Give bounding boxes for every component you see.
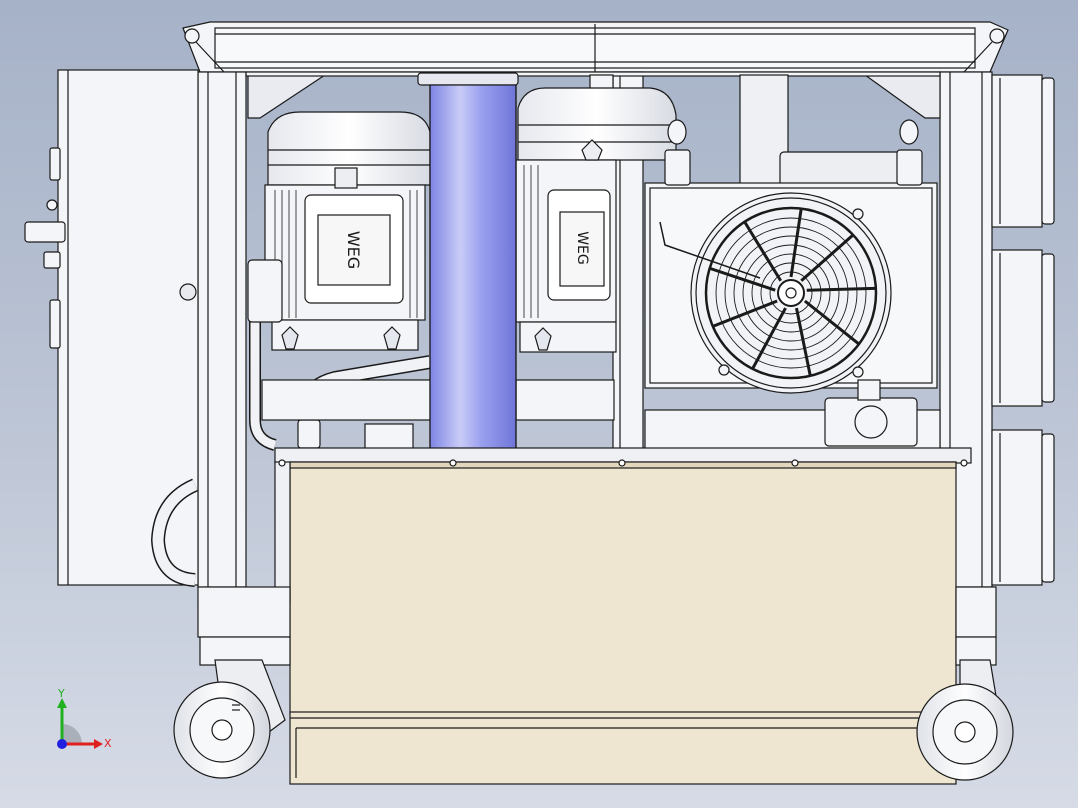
pipe-fitting <box>297 419 321 449</box>
pressure-gauge <box>247 259 283 323</box>
oil-tank <box>274 447 972 785</box>
motor-left: WEG <box>264 111 431 351</box>
cad-scene: WEG WEG <box>24 21 1055 785</box>
lifting-frame <box>182 21 1009 73</box>
triad-y-label: Y <box>58 687 65 700</box>
caster-left <box>173 659 286 779</box>
return-filter-tube <box>417 72 519 454</box>
orientation-triad <box>57 698 103 749</box>
fan-cooler <box>644 119 938 394</box>
fan-spoke <box>806 286 875 292</box>
motor-left-logo: WEG <box>344 231 363 269</box>
triad-x-label: X <box>104 737 112 750</box>
motor-right-logo: WEG <box>574 231 590 265</box>
triad-z-axis <box>57 739 67 749</box>
cad-viewport[interactable]: WEG WEG Y X <box>0 0 1078 808</box>
junction-boxes <box>991 74 1055 586</box>
valve-block <box>824 379 918 447</box>
